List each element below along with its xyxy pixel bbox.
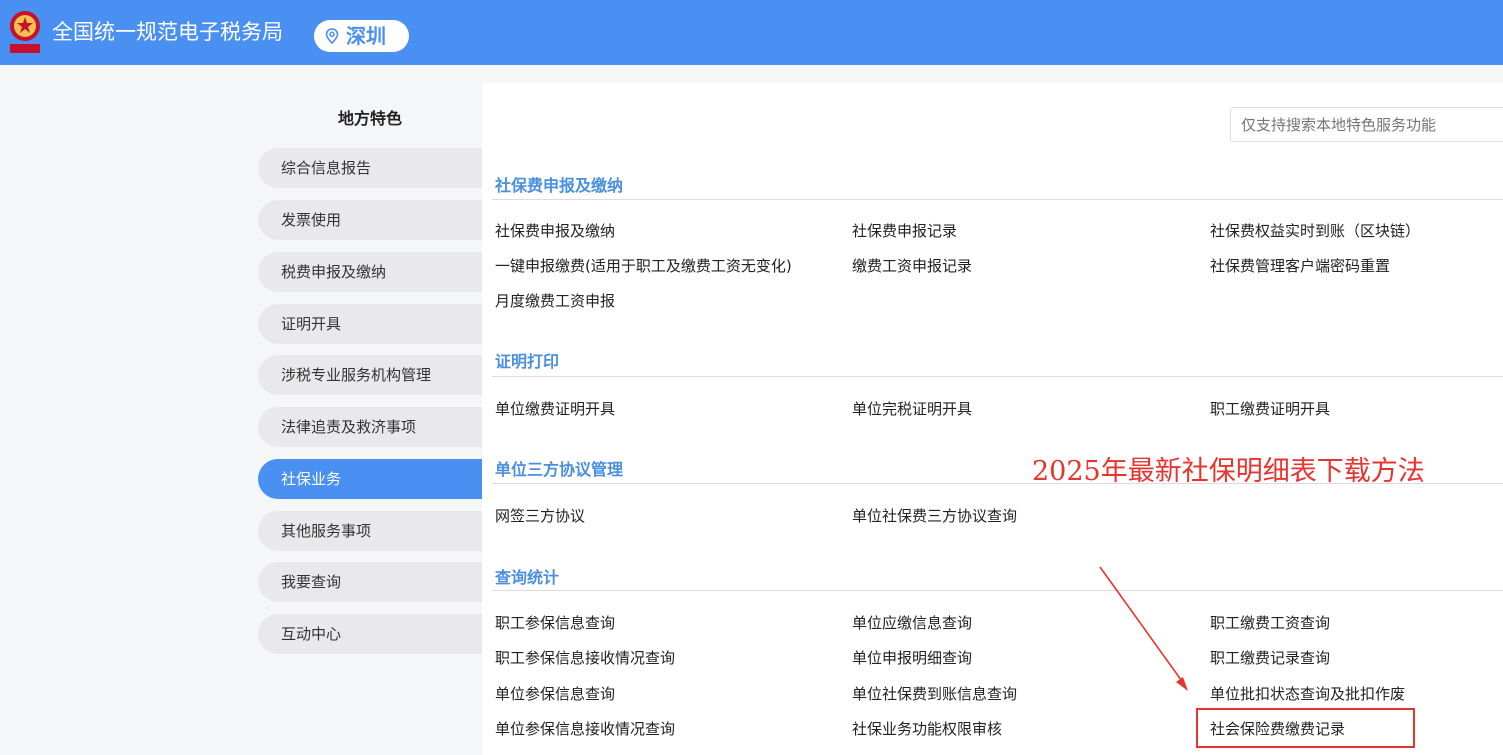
sidebar-item-label: 发票使用 xyxy=(281,211,342,229)
city-selector[interactable]: 深圳 xyxy=(314,20,409,52)
sidebar-item-invoice[interactable]: 发票使用 xyxy=(258,200,484,240)
section-title-tripartite-agreement: 单位三方协议管理 xyxy=(495,460,624,479)
service-link[interactable]: 职工缴费记录查询 xyxy=(1210,647,1330,668)
sidebar-item-agency-management[interactable]: 涉税专业服务机构管理 xyxy=(258,355,484,395)
sidebar-item-label: 证明开具 xyxy=(281,315,342,333)
sidebar-item-other-services[interactable]: 其他服务事项 xyxy=(258,511,484,551)
sidebar-item-interaction-center[interactable]: 互动中心 xyxy=(258,614,484,654)
sidebar-item-label: 我要查询 xyxy=(281,573,342,591)
service-link[interactable]: 单位社保费三方协议查询 xyxy=(852,505,1017,526)
sidebar-item-label: 互动中心 xyxy=(281,625,342,643)
sidebar-title: 地方特色 xyxy=(337,109,402,128)
top-header: 全国统一规范电子税务局 深圳 xyxy=(0,0,1503,65)
section-divider xyxy=(492,376,1503,377)
service-link[interactable]: 单位缴费证明开具 xyxy=(495,398,615,419)
service-link[interactable]: 社保业务功能权限审核 xyxy=(852,718,1002,739)
service-link[interactable]: 缴费工资申报记录 xyxy=(852,255,972,276)
service-link[interactable]: 单位参保信息接收情况查询 xyxy=(495,718,675,739)
service-link[interactable]: 月度缴费工资申报 xyxy=(495,290,615,311)
city-label: 深圳 xyxy=(346,24,386,48)
site-title: 全国统一规范电子税务局 xyxy=(52,20,283,44)
annotation-arrow-icon xyxy=(1099,566,1188,691)
service-link[interactable]: 职工参保信息查询 xyxy=(495,612,615,633)
tax-emblem-icon xyxy=(10,11,40,53)
sidebar-item-legal-remedy[interactable]: 法律追责及救济事项 xyxy=(258,407,484,447)
service-link[interactable]: 网签三方协议 xyxy=(495,505,585,526)
sidebar-item-label: 社保业务 xyxy=(281,470,342,488)
section-title-query-statistics: 查询统计 xyxy=(495,568,560,587)
service-link[interactable]: 单位参保信息查询 xyxy=(495,683,615,704)
service-link[interactable]: 职工缴费工资查询 xyxy=(1210,612,1330,633)
service-link[interactable]: 社保费权益实时到账（区块链） xyxy=(1210,220,1420,241)
annotation-text: 2025年最新社保明细表下载方法 xyxy=(1032,456,1425,487)
section-title-certificate-print: 证明打印 xyxy=(495,352,560,371)
service-link[interactable]: 职工缴费证明开具 xyxy=(1210,398,1330,419)
service-link[interactable]: 社保费申报及缴纳 xyxy=(495,220,615,241)
service-link[interactable]: 单位社保费到账信息查询 xyxy=(852,683,1017,704)
sidebar-item-label: 综合信息报告 xyxy=(281,159,372,177)
service-link[interactable]: 单位完税证明开具 xyxy=(852,398,972,419)
section-title-declaration: 社保费申报及缴纳 xyxy=(495,176,624,195)
service-link[interactable]: 社保费管理客户端密码重置 xyxy=(1210,255,1390,276)
service-link[interactable]: 单位批扣状态查询及批扣作废 xyxy=(1210,683,1405,704)
sidebar-item-social-security[interactable]: 社保业务 xyxy=(258,459,484,499)
sidebar-item-label: 税费申报及缴纳 xyxy=(281,263,387,281)
sidebar-item-general-report[interactable]: 综合信息报告 xyxy=(258,148,484,188)
main-panel: 社保费申报及缴纳 社保费申报及缴纳 社保费申报记录 社保费权益实时到账（区块链）… xyxy=(482,83,1503,755)
sidebar-item-label: 涉税专业服务机构管理 xyxy=(281,366,432,384)
service-link[interactable]: 社保费申报记录 xyxy=(852,220,957,241)
service-link[interactable]: 单位应缴信息查询 xyxy=(852,612,972,633)
sidebar-item-tax-filing[interactable]: 税费申报及缴纳 xyxy=(258,252,484,292)
sidebar-item-label: 法律追责及救济事项 xyxy=(281,418,417,436)
service-link[interactable]: 一键申报缴费(适用于职工及缴费工资无变化) xyxy=(495,255,792,276)
location-pin-icon xyxy=(325,28,339,44)
service-link[interactable]: 职工参保信息接收情况查询 xyxy=(495,647,675,668)
sidebar-item-label: 其他服务事项 xyxy=(281,522,372,540)
sidebar-item-certificate[interactable]: 证明开具 xyxy=(258,304,484,344)
section-divider xyxy=(492,199,1503,200)
service-link[interactable]: 单位申报明细查询 xyxy=(852,647,972,668)
sidebar-item-query[interactable]: 我要查询 xyxy=(258,562,484,602)
annotation-highlight-box xyxy=(1196,708,1415,748)
search-input[interactable] xyxy=(1230,107,1503,142)
section-divider xyxy=(492,590,1503,591)
